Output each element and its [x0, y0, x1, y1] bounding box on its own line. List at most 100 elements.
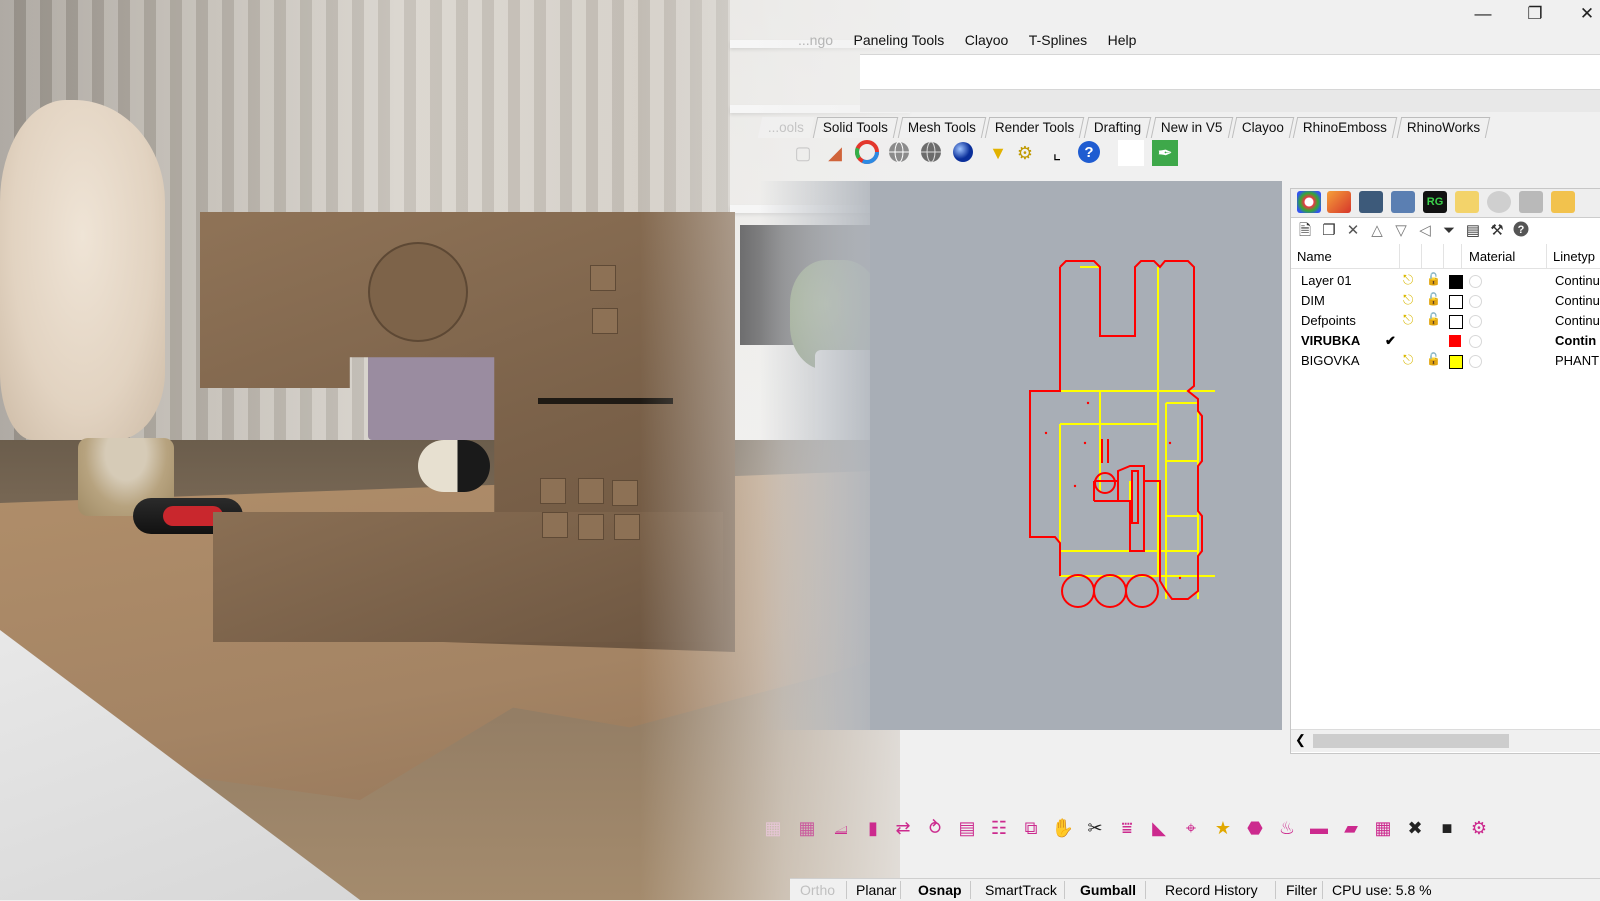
tab-render-tools[interactable]: Render Tools — [985, 117, 1086, 138]
layer-row-current[interactable]: VIRUBKA ✔ Contin — [1291, 331, 1600, 351]
hand-tool-icon[interactable]: ✋ — [1050, 815, 1076, 841]
tools-icon[interactable]: ⚒ — [1487, 221, 1507, 241]
unlock-icon[interactable]: 🔓 — [1426, 312, 1441, 326]
display-tab-icon[interactable] — [1359, 191, 1383, 213]
blank-icon[interactable] — [1118, 140, 1144, 166]
restore-icon[interactable]: ❐ — [1520, 2, 1550, 26]
minimize-icon[interactable]: — — [1468, 2, 1498, 26]
menu-item-t-splines[interactable]: T-Splines — [1021, 28, 1095, 52]
folder-tab-icon[interactable] — [1551, 191, 1575, 213]
tab-drafting[interactable]: Drafting — [1084, 117, 1152, 138]
scroll-thumb[interactable] — [1313, 734, 1509, 748]
tab-rhinoworks[interactable]: RhinoWorks — [1396, 117, 1491, 138]
environment-tab-icon[interactable] — [1519, 191, 1543, 213]
layer-row[interactable]: DIM ⎋ 🔓 Continu — [1291, 291, 1600, 311]
move-parent-icon[interactable]: ◁ — [1415, 221, 1435, 241]
help-circle-icon[interactable]: ? — [1511, 221, 1531, 241]
light-icon[interactable]: ▼ — [985, 140, 1011, 166]
unlock-icon[interactable]: 🔓 — [1426, 292, 1441, 306]
named-views-tab-icon[interactable] — [1391, 191, 1415, 213]
layer-color-swatch[interactable] — [1449, 355, 1463, 369]
tab-tools[interactable]: ...ools — [757, 117, 815, 138]
heat-tool-icon[interactable]: ♨ — [1274, 815, 1300, 841]
gear-icon[interactable]: ⚙ — [1466, 815, 1492, 841]
tab-new-in-v5[interactable]: New in V5 — [1150, 117, 1233, 138]
column-linetype[interactable]: Linetyp — [1553, 249, 1595, 264]
new-sublayer-icon[interactable]: ❐ — [1319, 221, 1339, 241]
delete-icon[interactable]: ✕ — [1343, 221, 1363, 241]
unlock-icon[interactable]: 🔓 — [1426, 352, 1441, 366]
new-layer-icon[interactable]: 🗎 — [1295, 221, 1315, 241]
polygon-tool-icon[interactable]: ⬣ — [1242, 815, 1268, 841]
properties-tab-icon[interactable] — [1297, 191, 1321, 213]
rg-tab-icon[interactable]: RG — [1423, 191, 1447, 213]
light-bulb-icon[interactable]: ⎋ — [1403, 312, 1413, 328]
ribbon-tool-icon[interactable]: ▰ — [1338, 815, 1364, 841]
faded-tool-icon[interactable]: ▦ — [760, 815, 786, 841]
bend-tool-icon[interactable]: ⇄ — [890, 815, 916, 841]
pen-icon[interactable]: ✒ — [1152, 140, 1178, 166]
tab-clayoo[interactable]: Clayoo — [1231, 117, 1295, 138]
filter-icon[interactable]: ⏷ — [1439, 221, 1459, 241]
lights-tab-icon[interactable] — [1455, 191, 1479, 213]
menu-item-help[interactable]: Help — [1100, 28, 1145, 52]
dimension-icon[interactable]: ⌞ — [1044, 140, 1070, 166]
sphere-render-icon[interactable] — [950, 140, 976, 166]
grid-delete-icon[interactable]: ▦ — [794, 815, 820, 841]
material-circle[interactable] — [1469, 315, 1482, 328]
gumball-toggle[interactable]: Gumball — [1080, 882, 1136, 898]
target-tool-icon[interactable]: ⌖ — [1178, 815, 1204, 841]
record-history-toggle[interactable]: Record History — [1165, 882, 1258, 898]
twist-tool-icon[interactable]: ⥁ — [922, 815, 948, 841]
filter-button[interactable]: Filter — [1286, 882, 1317, 898]
star-tool-icon[interactable]: ★ — [1210, 815, 1236, 841]
material-circle[interactable] — [1469, 335, 1482, 348]
layer-row[interactable]: Defpoints ⎋ 🔓 Continu — [1291, 311, 1600, 331]
column-material[interactable]: Material — [1469, 249, 1515, 264]
menu-item[interactable]: ...ngo — [790, 28, 841, 52]
layer-color-swatch[interactable] — [1449, 275, 1463, 289]
settings-gears-icon[interactable]: ⚙ — [1012, 140, 1038, 166]
command-line[interactable] — [860, 54, 1600, 90]
sphere-shaded-icon[interactable] — [918, 140, 944, 166]
menu-item-paneling-tools[interactable]: Paneling Tools — [845, 28, 952, 52]
surface-tool-icon[interactable]: ◣ — [1146, 815, 1172, 841]
ortho-toggle[interactable]: Ortho — [800, 882, 835, 898]
cage-edit-icon[interactable]: ☷ — [986, 815, 1012, 841]
smarttrack-toggle[interactable]: SmartTrack — [985, 882, 1057, 898]
layer-color-swatch[interactable] — [1449, 295, 1463, 309]
light-bulb-icon[interactable]: ⎋ — [1403, 292, 1413, 308]
planar-toggle[interactable]: Planar — [856, 882, 896, 898]
scroll-left-icon[interactable]: ❮ — [1295, 732, 1306, 748]
close-icon[interactable]: ✕ — [1572, 2, 1600, 26]
layer-color-swatch[interactable] — [1449, 335, 1461, 347]
horizontal-scrollbar[interactable]: ❮ — [1291, 729, 1600, 752]
column-name[interactable]: Name — [1297, 249, 1332, 264]
light-bulb-icon[interactable]: ⎋ — [1403, 352, 1413, 368]
clipboard-icon[interactable]: ▤ — [1463, 221, 1483, 241]
cube-icon[interactable]: ▢ — [790, 140, 816, 166]
layer-row[interactable]: Layer 01 ⎋ 🔓 Continu — [1291, 271, 1600, 291]
flow-tool-icon[interactable]: ⧉ — [1018, 815, 1044, 841]
tab-rhinoemboss[interactable]: RhinoEmboss — [1293, 117, 1398, 138]
unlock-icon[interactable]: 🔓 — [1426, 272, 1441, 286]
extend-tool-icon[interactable]: ▮ — [860, 815, 886, 841]
tab-solid-tools[interactable]: Solid Tools — [813, 117, 899, 138]
move-up-icon[interactable]: △ — [1367, 221, 1387, 241]
clock-tab-icon[interactable] — [1487, 191, 1511, 213]
branch-tool-icon[interactable]: ⩸ — [1114, 815, 1140, 841]
material-circle[interactable] — [1469, 295, 1482, 308]
taper-tool-icon[interactable]: ▤ — [954, 815, 980, 841]
help-icon[interactable]: ? — [1076, 140, 1102, 166]
material-circle[interactable] — [1469, 275, 1482, 288]
color-wheel-icon[interactable] — [854, 140, 880, 166]
split-tool-icon[interactable]: ⧡ — [828, 815, 854, 841]
tab-mesh-tools[interactable]: Mesh Tools — [897, 117, 987, 138]
material-icon[interactable]: ◢ — [822, 140, 848, 166]
layer-row[interactable]: BIGOVKA ⎋ 🔓 PHANT — [1291, 351, 1600, 371]
layers-tab-icon[interactable] — [1327, 191, 1351, 213]
scissors-icon[interactable]: ✂ — [1082, 815, 1108, 841]
sphere-wire-icon[interactable] — [886, 140, 912, 166]
layer-color-swatch[interactable] — [1449, 315, 1463, 329]
solid-cube-icon[interactable]: ■ — [1434, 815, 1460, 841]
